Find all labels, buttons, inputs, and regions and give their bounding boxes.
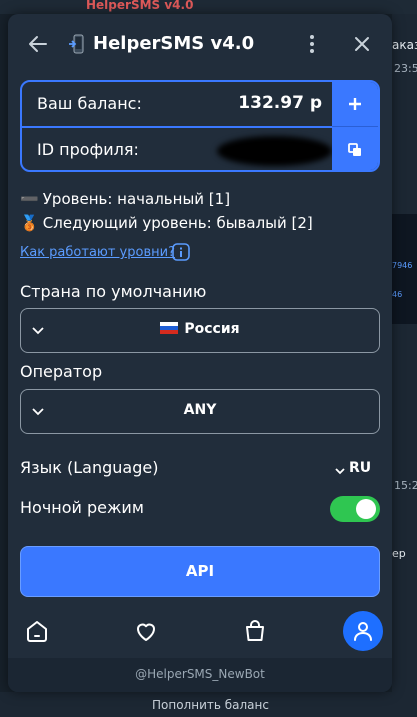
phone-icon xyxy=(69,34,84,54)
profile-id-redacted xyxy=(217,136,332,166)
helpersms-popup: HelperSMS v4.0 Ваш баланс: 132.97 р ID п… xyxy=(8,14,392,692)
bronze-medal-icon: 🥉 xyxy=(20,214,39,232)
country-select[interactable]: Россия xyxy=(20,308,380,353)
background-bottom-text: Пополнить баланс xyxy=(152,698,269,712)
country-value: Россия xyxy=(21,321,379,337)
api-button[interactable]: API xyxy=(20,546,380,597)
api-button-label: API xyxy=(185,562,215,580)
balance-value: 132.97 р xyxy=(238,93,322,113)
russia-flag-icon xyxy=(160,322,179,334)
next-level-text: Следующий уровень: бывалый [2] xyxy=(42,214,313,232)
close-icon[interactable] xyxy=(350,32,374,56)
balance-row: Ваш баланс: 132.97 р xyxy=(22,82,332,128)
background-text: аказ xyxy=(392,38,417,52)
current-level-text: Уровень: начальный [1] xyxy=(42,190,231,208)
toggle-knob xyxy=(356,499,376,519)
country-name: Россия xyxy=(184,321,240,337)
operator-select[interactable]: ANY xyxy=(20,389,380,434)
profile-id-row: ID профиля: xyxy=(22,128,332,170)
balance-label: Ваш баланс: xyxy=(37,94,142,113)
copy-profile-id-button[interactable] xyxy=(332,127,378,170)
language-select[interactable]: RU xyxy=(349,460,371,476)
bottom-nav xyxy=(8,604,392,658)
next-level: 🥉 Следующий уровень: бывалый [2] xyxy=(20,214,313,232)
operator-label: Оператор xyxy=(20,362,103,381)
country-label: Страна по умолчанию xyxy=(20,282,207,301)
popup-content: Ваш баланс: 132.97 р ID профиля: ➖ Урове… xyxy=(8,76,392,606)
footer: @HelperSMS_NewBot xyxy=(8,658,392,692)
background-text: 15:2 xyxy=(394,479,417,492)
heart-icon[interactable] xyxy=(133,618,159,644)
background-chat-strip: аказ 23:5 7946 46 15:2 ер xyxy=(392,14,417,717)
info-icon[interactable] xyxy=(172,243,190,261)
background-text: 7946 xyxy=(392,261,413,270)
background-window-top: HelperSMS v4.0 xyxy=(0,0,417,14)
minus-icon: ➖ xyxy=(20,190,39,208)
home-icon[interactable] xyxy=(24,618,50,644)
profile-icon xyxy=(354,622,372,641)
background-text: 46 xyxy=(392,290,403,299)
profile-tab-button[interactable] xyxy=(343,611,383,651)
background-bottom-bar: Пополнить баланс xyxy=(0,692,417,717)
kebab-menu-icon[interactable] xyxy=(300,32,324,56)
night-mode-toggle[interactable] xyxy=(330,496,380,522)
background-text: 23:5 xyxy=(394,62,417,75)
current-level: ➖ Уровень: начальный [1] xyxy=(20,190,230,208)
night-mode-label: Ночной режим xyxy=(20,498,144,517)
page-title: HelperSMS v4.0 xyxy=(93,33,255,54)
profile-id-label: ID профиля: xyxy=(37,140,139,159)
back-arrow-icon[interactable] xyxy=(26,32,50,56)
bag-icon[interactable] xyxy=(242,618,268,644)
add-balance-button[interactable] xyxy=(332,82,378,127)
bot-handle: @HelperSMS_NewBot xyxy=(135,667,265,681)
popup-header: HelperSMS v4.0 xyxy=(8,14,392,76)
background-text: ер xyxy=(392,547,406,560)
chevron-down-icon[interactable] xyxy=(334,465,346,477)
how-levels-work-link[interactable]: Как работают уровни? xyxy=(20,245,175,260)
language-label: Язык (Language) xyxy=(20,458,159,477)
background-title: HelperSMS v4.0 xyxy=(86,0,194,12)
plus-icon xyxy=(349,98,361,110)
copy-icon xyxy=(348,142,361,156)
operator-value: ANY xyxy=(183,402,217,418)
balance-card: Ваш баланс: 132.97 р ID профиля: xyxy=(20,80,380,172)
